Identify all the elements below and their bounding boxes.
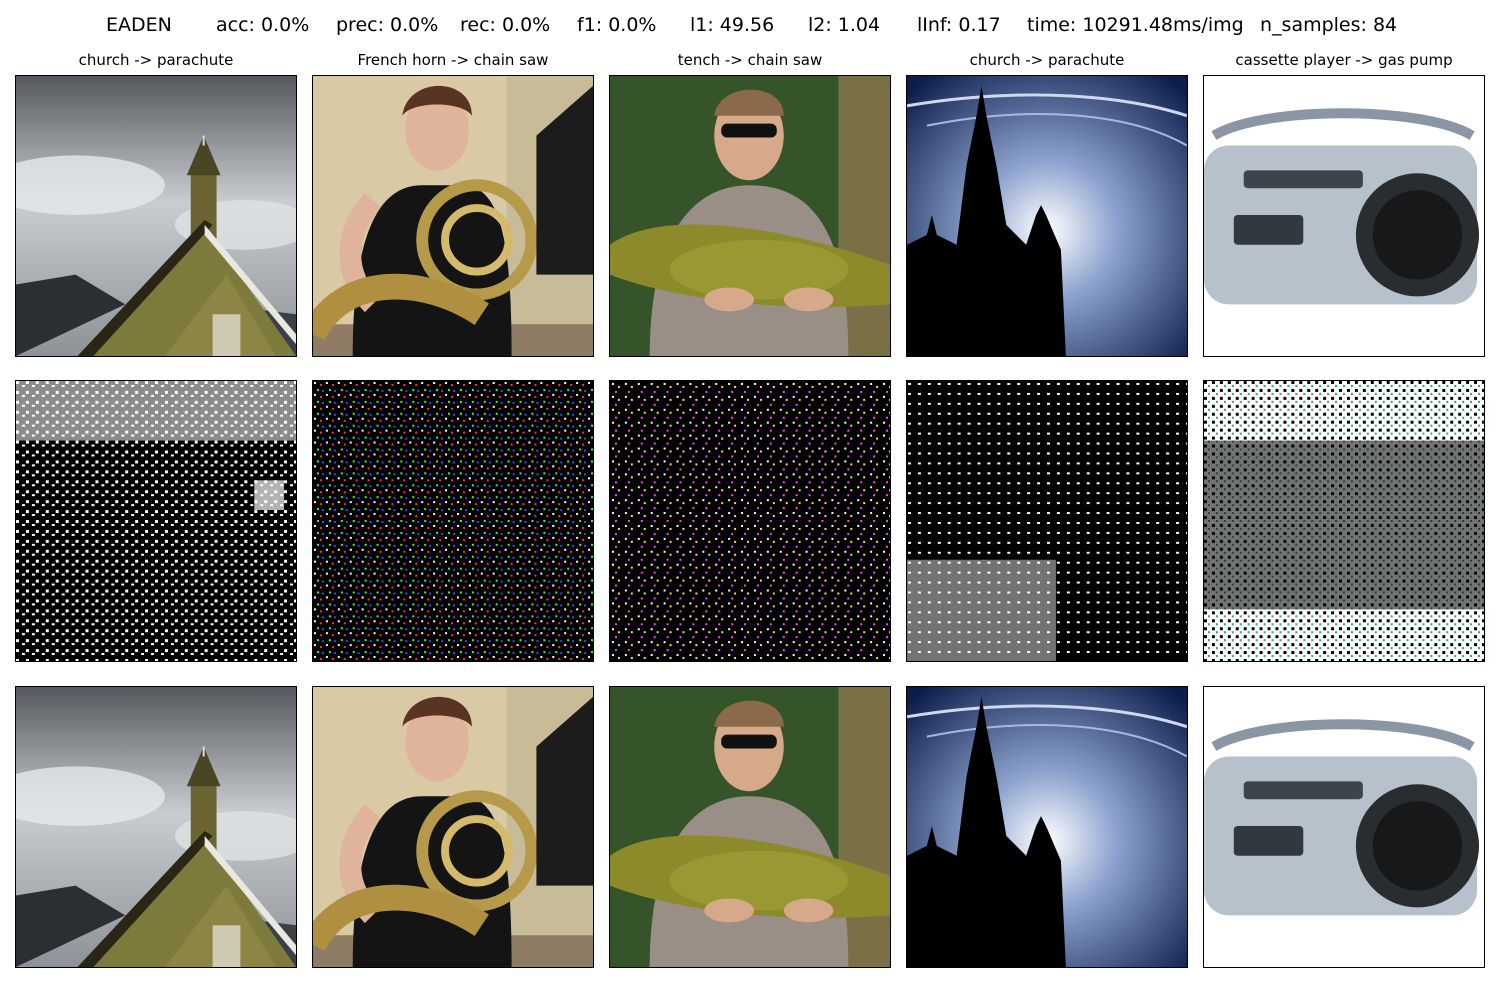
noise-pattern	[907, 381, 1187, 661]
adversarial-church-image	[15, 686, 297, 968]
original-church-image	[15, 75, 297, 357]
accuracy-metric: acc: 0.0%	[216, 14, 310, 36]
column-title-3: tench -> chain saw	[677, 51, 823, 69]
original-church-silhouette-image	[906, 75, 1188, 357]
samples-metric: n_samples: 84	[1260, 14, 1398, 36]
original-horn-player-image	[312, 75, 594, 357]
linf-metric: lInf: 0.17	[917, 14, 1001, 36]
noise-pattern	[610, 381, 890, 661]
column-title-2: French horn -> chain saw	[357, 51, 549, 69]
time-metric: time: 10291.48ms/img	[1027, 14, 1244, 36]
l2-metric: l2: 1.04	[808, 14, 881, 36]
perturbation-church-silhouette	[906, 380, 1188, 662]
noise-pattern	[313, 381, 593, 661]
noise-pattern	[16, 381, 296, 661]
original-cassette-player-image	[1203, 75, 1485, 357]
adversarial-cassette-player-image	[1203, 686, 1485, 968]
method-name: EADEN	[106, 14, 172, 36]
l1-metric: l1: 49.56	[690, 14, 775, 36]
perturbation-cassette	[1203, 380, 1485, 662]
column-title-4: church -> parachute	[969, 51, 1125, 69]
precision-metric: prec: 0.0%	[336, 14, 439, 36]
original-man-fish-image	[609, 75, 891, 357]
perturbation-horn	[312, 380, 594, 662]
adversarial-man-fish-image	[609, 686, 891, 968]
adversarial-church-silhouette-image	[906, 686, 1188, 968]
metrics-header: EADEN acc: 0.0% prec: 0.0% rec: 0.0% f1:…	[0, 14, 1500, 44]
column-title-5: cassette player -> gas pump	[1235, 51, 1453, 69]
noise-pattern	[1204, 381, 1484, 661]
perturbation-church	[15, 380, 297, 662]
column-title-1: church -> parachute	[78, 51, 234, 69]
perturbation-fish	[609, 380, 891, 662]
recall-metric: rec: 0.0%	[460, 14, 551, 36]
adversarial-horn-player-image	[312, 686, 594, 968]
f1-metric: f1: 0.0%	[577, 14, 657, 36]
